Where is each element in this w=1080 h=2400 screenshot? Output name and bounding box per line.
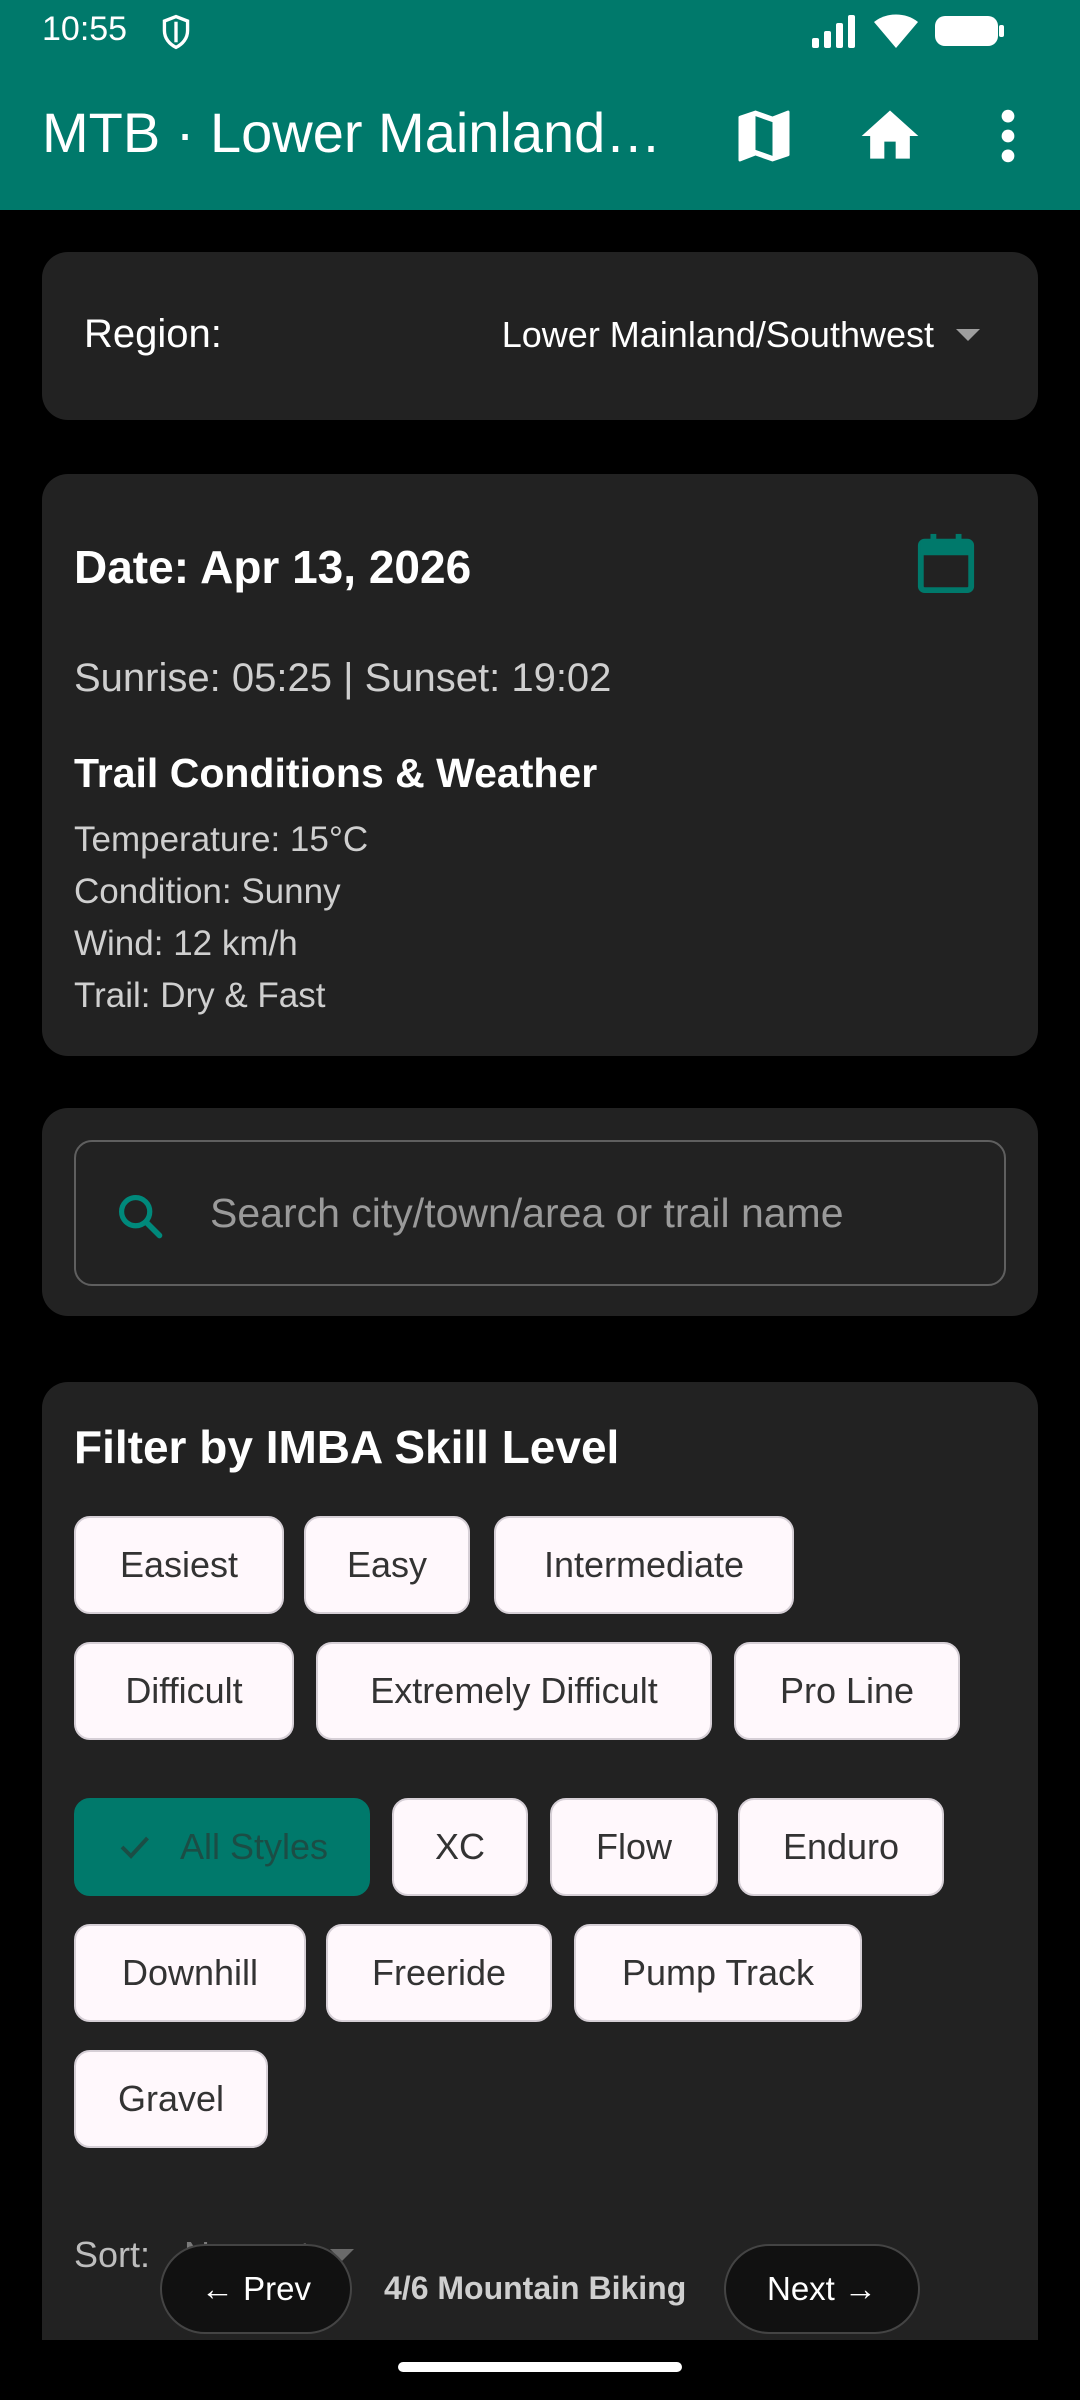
region-dropdown[interactable]: Lower Mainland/Southwest (502, 314, 980, 356)
chip-style-enduro[interactable]: Enduro (738, 1798, 944, 1896)
chip-skill-pro-line[interactable]: Pro Line (734, 1642, 960, 1740)
sort-label: Sort: (74, 2234, 151, 2275)
dropdown-arrow-icon (956, 329, 980, 341)
chip-skill-easiest[interactable]: Easiest (74, 1516, 284, 1614)
home-icon[interactable] (856, 102, 924, 170)
status-bar: 10:55 (0, 0, 1080, 62)
more-vert-icon[interactable] (984, 102, 1032, 170)
chip-style-flow[interactable]: Flow (550, 1798, 718, 1896)
app-bar: MTB · Lower Mainland… (0, 62, 1080, 210)
status-time: 10:55 (42, 10, 128, 48)
check-icon (120, 1836, 149, 1859)
chip-style-freeride[interactable]: Freeride (326, 1924, 552, 2022)
pager-status: 4/6 Mountain Biking (384, 2270, 687, 2306)
calendar-icon[interactable] (916, 532, 976, 594)
chip-skill-easy[interactable]: Easy (304, 1516, 470, 1614)
conditions-title: Trail Conditions & Weather (74, 750, 598, 796)
date-card: Date: Apr 13, 2026 Sunrise: 05:25 | Suns… (42, 474, 1038, 1056)
map-icon[interactable] (730, 102, 798, 170)
chip-style-all-styles[interactable]: All Styles (74, 1798, 370, 1896)
search-card (42, 1108, 1038, 1316)
chip-skill-intermediate[interactable]: Intermediate (494, 1516, 794, 1614)
wind-text: Wind: 12 km/h (74, 924, 298, 963)
filter-title: Filter by IMBA Skill Level (74, 1421, 620, 1473)
shield-icon (162, 14, 190, 50)
prev-button[interactable]: ← Prev (160, 2244, 352, 2334)
trail-text: Trail: Dry & Fast (74, 976, 326, 1015)
condition-text: Condition: Sunny (74, 872, 341, 911)
gesture-home-indicator[interactable] (398, 2362, 682, 2372)
search-field[interactable] (74, 1140, 1006, 1286)
temperature-text: Temperature: 15°C (74, 820, 369, 859)
region-label: Region: (84, 312, 222, 356)
chip-style-xc[interactable]: XC (392, 1798, 528, 1896)
search-icon (118, 1194, 163, 1239)
sun-times: Sunrise: 05:25 | Sunset: 19:02 (74, 656, 612, 700)
next-button[interactable]: Next → (724, 2244, 920, 2334)
chip-style-gravel[interactable]: Gravel (74, 2050, 268, 2148)
wifi-icon (874, 14, 918, 48)
signal-icon (812, 15, 855, 48)
search-input[interactable] (210, 1180, 970, 1246)
date-title: Date: Apr 13, 2026 (74, 541, 472, 593)
chip-style-pump-track[interactable]: Pump Track (574, 1924, 862, 2022)
region-selected-value: Lower Mainland/Southwest (501, 314, 934, 355)
chip-skill-extremely-difficult[interactable]: Extremely Difficult (316, 1642, 712, 1740)
chip-skill-difficult[interactable]: Difficult (74, 1642, 294, 1740)
filter-card: Filter by IMBA Skill Level Easiest Easy … (42, 1382, 1038, 2340)
app-title: MTB · Lower Mainland… (42, 101, 662, 164)
battery-icon (935, 16, 1004, 46)
region-card: Region: Lower Mainland/Southwest (42, 252, 1038, 420)
chip-style-downhill[interactable]: Downhill (74, 1924, 306, 2022)
